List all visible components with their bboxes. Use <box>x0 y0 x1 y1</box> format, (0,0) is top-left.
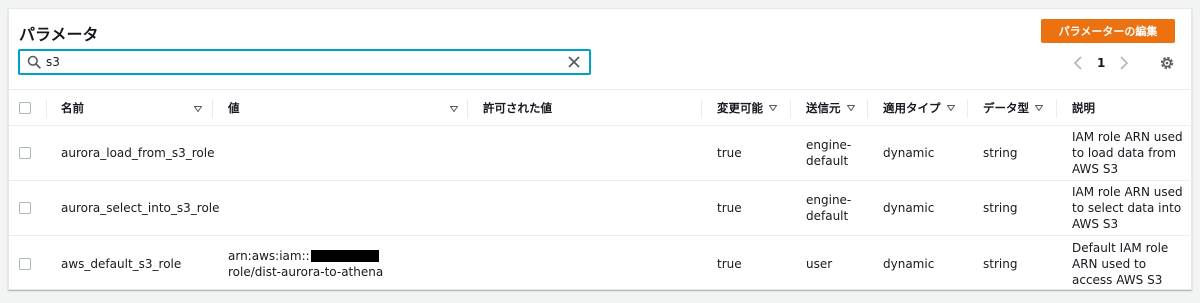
param-value: arn:aws:iam::role/dist-aurora-to-athena <box>228 236 428 291</box>
chevron-left-icon[interactable] <box>1073 56 1083 70</box>
column-header-value[interactable]: 値 <box>228 90 240 125</box>
param-source: user <box>806 256 833 271</box>
select-all-cell <box>19 90 31 125</box>
param-name: aurora_select_into_s3_role <box>61 201 220 215</box>
table-row: aurora_select_into_s3_role true engine-d… <box>9 181 1193 236</box>
param-source: engine-default <box>806 138 852 168</box>
caret-down-icon <box>1035 104 1043 111</box>
close-icon[interactable] <box>567 55 581 69</box>
param-apply-type: dynamic <box>883 146 935 160</box>
param-modifiable: true <box>717 146 742 160</box>
parameters-table: 名前 値 許可された値 変更可能 送信元 適用タイプ データ型 説明 auror… <box>9 89 1193 291</box>
table-row: aurora_load_from_s3_role true engine-def… <box>9 126 1193 181</box>
param-description: Default IAM role ARN used to access AWS … <box>1072 240 1169 287</box>
param-description: IAM role ARN used to load data from AWS … <box>1072 130 1183 176</box>
param-description: IAM role ARN used to select data into AW… <box>1072 185 1183 231</box>
caret-down-icon[interactable] <box>450 106 458 112</box>
gear-icon[interactable] <box>1159 55 1175 71</box>
caret-down-icon[interactable] <box>194 106 202 112</box>
column-header-name[interactable]: 名前 <box>61 90 84 125</box>
param-modifiable: true <box>717 256 742 271</box>
param-apply-type: dynamic <box>883 201 935 215</box>
column-header-allowed-values[interactable]: 許可された値 <box>483 90 552 125</box>
param-value <box>228 181 453 235</box>
row-checkbox[interactable] <box>19 257 31 270</box>
column-header-source[interactable]: 送信元 <box>806 90 855 125</box>
edit-parameters-button[interactable]: パラメーターの編集 <box>1041 19 1175 43</box>
caret-down-icon <box>946 104 955 111</box>
caret-down-icon <box>769 104 777 111</box>
search-icon <box>27 55 41 69</box>
pagination: 1 <box>1073 55 1129 71</box>
column-header-description[interactable]: 説明 <box>1072 90 1095 125</box>
page-title: パラメータ <box>19 25 99 44</box>
param-source: engine-default <box>806 193 852 223</box>
param-name: aws_default_s3_role <box>61 256 182 271</box>
page-number[interactable]: 1 <box>1097 56 1105 70</box>
param-modifiable: true <box>717 201 742 215</box>
redacted-block <box>310 250 379 262</box>
param-apply-type: dynamic <box>883 256 935 271</box>
parameters-panel: パラメータ パラメーターの編集 1 <box>8 8 1193 291</box>
row-checkbox[interactable] <box>19 202 31 214</box>
value-arn-prefix: arn:aws:iam:: <box>228 248 310 263</box>
param-name: aurora_load_from_s3_role <box>61 146 215 160</box>
column-header-modifiable[interactable]: 変更可能 <box>717 90 777 125</box>
param-data-type: string <box>983 201 1018 215</box>
column-header-apply-type[interactable]: 適用タイプ <box>883 90 955 125</box>
table-row: aws_default_s3_role arn:aws:iam::role/di… <box>9 236 1193 291</box>
chevron-right-icon[interactable] <box>1119 56 1129 70</box>
value-arn-suffix: role/dist-aurora-to-athena <box>228 264 384 279</box>
param-data-type: string <box>983 146 1018 160</box>
param-data-type: string <box>983 256 1018 271</box>
search-box <box>18 49 591 75</box>
table-header-row: 名前 値 許可された値 変更可能 送信元 適用タイプ データ型 説明 <box>9 89 1193 126</box>
search-input[interactable] <box>46 53 556 71</box>
select-all-checkbox[interactable] <box>19 101 31 114</box>
caret-down-icon <box>846 104 855 111</box>
row-checkbox[interactable] <box>19 147 31 159</box>
param-value <box>228 126 453 180</box>
column-header-data-type[interactable]: データ型 <box>983 90 1043 125</box>
